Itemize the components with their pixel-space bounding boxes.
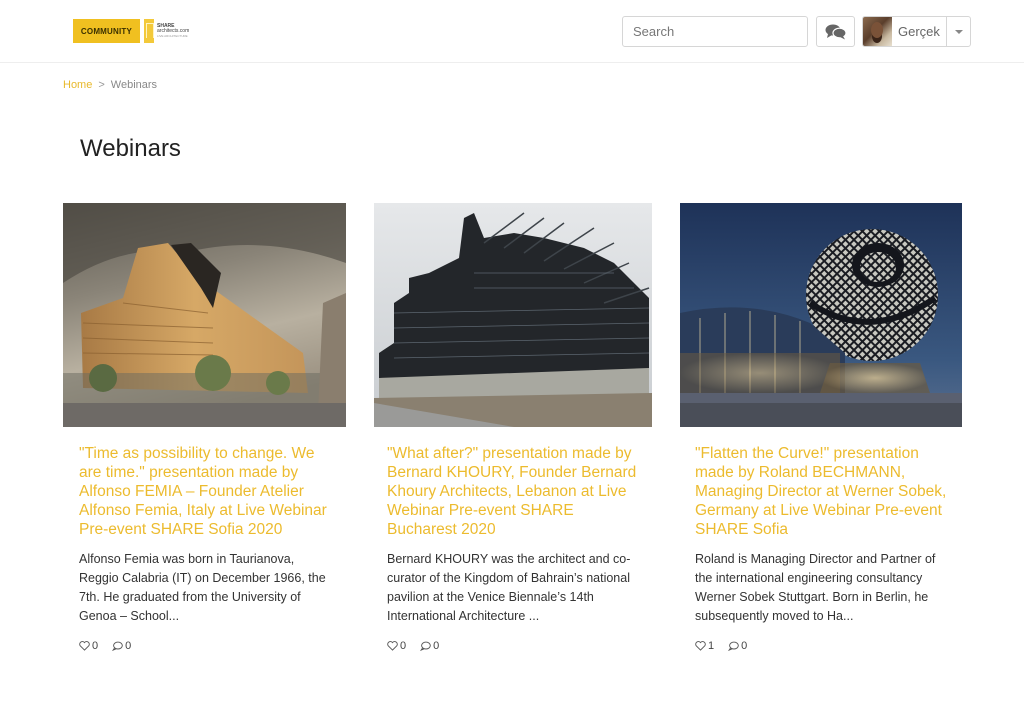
likes-button[interactable]: 0 (387, 640, 406, 652)
comments-button[interactable]: 0 (112, 640, 131, 652)
logo-community-badge: COMMUNITY (73, 19, 140, 43)
card-excerpt: Alfonso Femia was born in Taurianova, Re… (79, 552, 326, 623)
avatar (863, 17, 892, 46)
comments-count: 0 (433, 640, 440, 652)
likes-button[interactable]: 0 (79, 640, 98, 652)
likes-button[interactable]: 1 (695, 640, 714, 652)
breadcrumb-home-link[interactable]: Home (63, 79, 92, 91)
breadcrumb-current: Webinars (110, 79, 158, 91)
comments-count: 0 (741, 640, 748, 652)
site-header: COMMUNITY SHARE architects.com LIVE ARCH… (0, 0, 1024, 63)
page-title: Webinars (80, 135, 181, 162)
card-meta: 1 0 (695, 640, 950, 652)
likes-count: 0 (400, 640, 407, 652)
messages-button[interactable] (816, 16, 855, 47)
search-box (622, 16, 808, 47)
community-logo[interactable]: COMMUNITY SHARE architects.com LIVE ARCH… (73, 19, 189, 43)
chat-bubbles-icon (825, 24, 847, 40)
logo-share-line3: LIVE ARCHITECTURE (157, 34, 188, 38)
comment-icon (420, 641, 431, 651)
comments-button[interactable]: 0 (728, 640, 747, 652)
card-excerpt: Roland is Managing Director and Partner … (695, 552, 936, 623)
webinar-card: "Time as possibility to change. We are t… (63, 203, 346, 652)
logo-share-architects: SHARE architects.com LIVE ARCHITECTURE (144, 19, 189, 43)
search-input[interactable] (623, 17, 807, 46)
user-menu[interactable]: Gerçek (862, 16, 971, 47)
card-meta: 0 0 (79, 640, 334, 652)
comments-count: 0 (125, 640, 132, 652)
likes-count: 1 (708, 640, 715, 652)
card-excerpt: Bernard KHOURY was the architect and co-… (387, 552, 631, 623)
user-menu-toggle[interactable] (946, 17, 970, 46)
webinar-card: "Flatten the Curve!" presentation made b… (680, 203, 962, 652)
webinar-card: "What after?" presentation made by Berna… (374, 203, 652, 652)
card-title-link[interactable]: "Flatten the Curve!" presentation made b… (695, 444, 950, 539)
card-title-link[interactable]: "What after?" presentation made by Berna… (387, 444, 640, 539)
comment-icon (728, 641, 739, 651)
share-logo-icon (144, 19, 154, 43)
card-meta: 0 0 (387, 640, 640, 652)
user-name: Gerçek (898, 24, 940, 39)
likes-count: 0 (92, 640, 99, 652)
comment-icon (112, 641, 123, 651)
breadcrumb-separator: > (98, 79, 105, 91)
heart-icon (695, 641, 706, 651)
heart-icon (79, 641, 90, 651)
card-image-sphere-pavilion[interactable] (680, 203, 962, 427)
comments-button[interactable]: 0 (420, 640, 439, 652)
card-title-link[interactable]: "Time as possibility to change. We are t… (79, 444, 334, 539)
heart-icon (387, 641, 398, 651)
card-image-dark-steel-building[interactable] (374, 203, 652, 427)
card-image-wooden-building[interactable] (63, 203, 346, 427)
breadcrumb: Home > Webinars (63, 79, 157, 91)
caret-down-icon (954, 29, 963, 34)
